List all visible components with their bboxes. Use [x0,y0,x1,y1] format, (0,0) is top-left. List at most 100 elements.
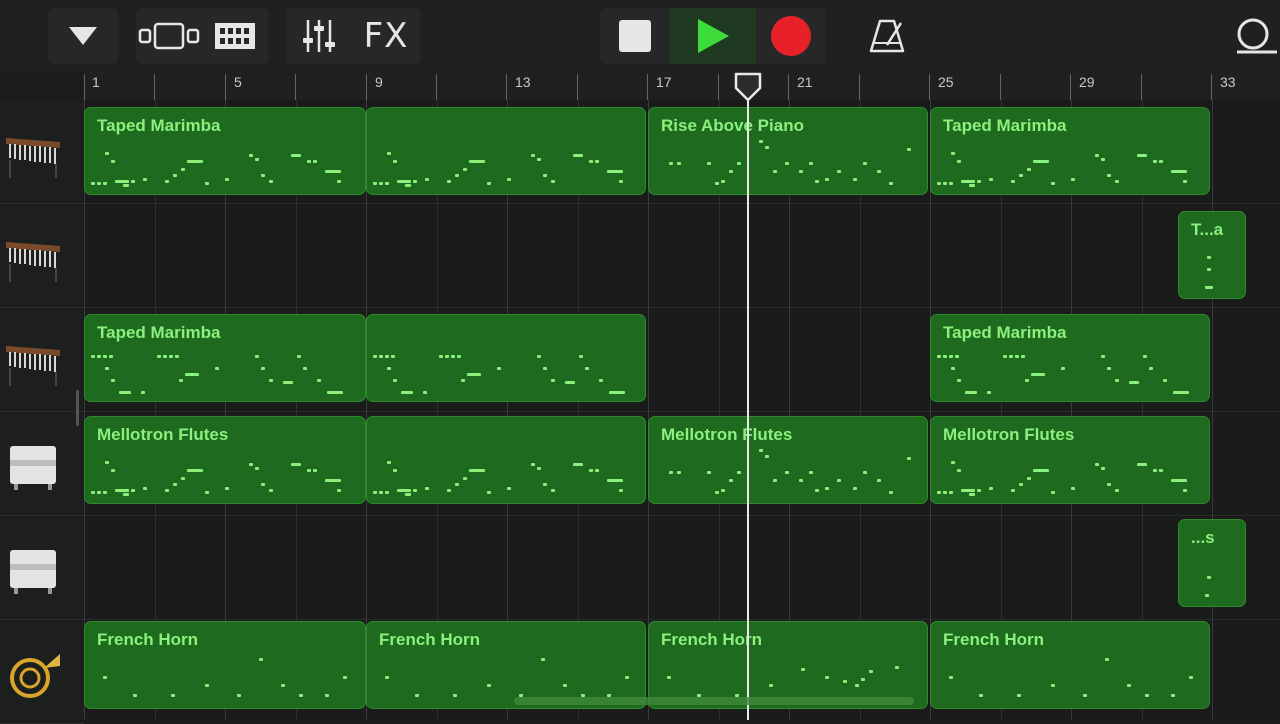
midi-note [105,367,109,370]
tracks-view-button[interactable] [136,8,202,64]
midi-note [313,469,317,472]
track-lane-5[interactable] [84,516,1280,620]
midi-note [1033,160,1049,163]
midi-note [989,178,993,181]
midi-note [863,162,867,165]
region-short-marimba[interactable]: T...a [1178,211,1246,299]
tracks-view-icon [138,22,200,50]
timeline-ruler[interactable]: 1 5 9 13 17 21 25 29 33 [84,72,1280,100]
metronome-button[interactable] [862,8,912,64]
midi-note [455,483,459,486]
midi-note [249,154,253,157]
mixer-button[interactable] [286,8,352,64]
track-header-3[interactable] [0,308,84,412]
region-mellotron-flutes[interactable]: Mellotron Flutes [930,416,1210,504]
region-notes [367,315,645,401]
region-mellotron-flutes-loop[interactable] [366,416,646,504]
midi-note [299,694,303,697]
midi-note [445,355,449,358]
gridline [1212,100,1213,720]
midi-note [607,479,623,482]
stop-button[interactable] [600,8,670,64]
midi-note [599,379,603,382]
fx-button[interactable]: FX [352,8,420,64]
region-taped-marimba-loop[interactable] [366,107,646,195]
playhead-handle[interactable] [734,72,762,102]
track-header-6[interactable] [0,620,84,724]
midi-note [815,180,819,183]
midi-note [103,676,107,679]
midi-note [855,684,859,687]
midi-note [181,477,185,480]
midi-note [1033,469,1049,472]
region-french-horn[interactable]: French Horn [84,621,366,709]
region-mellotron-flutes[interactable]: Mellotron Flutes [84,416,366,504]
region-mellotron-flutes[interactable]: Mellotron Flutes [648,416,928,504]
midi-note [565,381,575,384]
track-header-4[interactable] [0,412,84,516]
midi-note [837,170,841,173]
midi-note [261,174,265,177]
track-header-1[interactable] [0,100,84,204]
midi-note [949,355,953,358]
ruler-tick [366,74,367,100]
midi-note [729,170,733,173]
region-notes [649,622,927,708]
track-lane-2[interactable] [84,204,1280,308]
region-notes [931,417,1209,503]
region-taped-marimba[interactable]: Taped Marimba [930,314,1210,402]
tracks-area[interactable]: Taped Marimba Rise Above Piano Taped Mar… [84,100,1280,720]
midi-note [1061,367,1065,370]
midi-note [1071,178,1075,181]
midi-note [379,355,383,358]
loop-browser-button[interactable] [1228,8,1280,64]
midi-note [889,182,893,185]
track-header-5[interactable] [0,516,84,620]
midi-note [765,146,769,149]
midi-note [541,658,545,661]
record-button[interactable] [756,8,826,64]
midi-note [185,373,199,376]
ruler-tick [84,74,85,100]
horizontal-scrollbar[interactable] [514,697,914,705]
region-french-horn[interactable]: French Horn [930,621,1210,709]
midi-note [405,493,411,496]
play-button[interactable] [670,8,756,64]
track-header-resize-handle[interactable] [76,390,79,426]
region-taped-marimba[interactable]: Taped Marimba [84,107,366,195]
midi-note [551,180,555,183]
midi-note [619,489,623,492]
midi-note [1027,168,1031,171]
midi-note [391,355,395,358]
midi-note [607,170,623,173]
region-short-flutes[interactable]: ...s [1178,519,1246,607]
midi-note [1137,463,1147,466]
midi-note [205,182,209,185]
midi-note [837,479,841,482]
ruler-tick [788,74,789,100]
midi-note [765,455,769,458]
midi-note [715,491,719,494]
region-french-horn[interactable]: French Horn [366,621,646,709]
live-loops-button[interactable] [202,8,268,64]
region-french-horn[interactable]: French Horn [648,621,928,709]
region-taped-marimba-loop[interactable] [366,314,646,402]
midi-note [769,684,773,687]
view-dropdown-button[interactable] [48,8,118,64]
region-rise-above-piano[interactable]: Rise Above Piano [648,107,928,195]
midi-note [759,140,763,143]
track-header-2[interactable] [0,204,84,308]
midi-note [327,391,343,394]
region-taped-marimba[interactable]: Taped Marimba [84,314,366,402]
region-notes [931,622,1209,708]
midi-note [537,158,541,161]
midi-note [531,154,535,157]
midi-note [1159,469,1163,472]
midi-note [1011,180,1015,183]
midi-note [1101,355,1105,358]
midi-note [439,355,443,358]
midi-note [895,666,899,669]
midi-note [609,391,625,394]
region-taped-marimba[interactable]: Taped Marimba [930,107,1210,195]
region-notes [367,622,645,708]
